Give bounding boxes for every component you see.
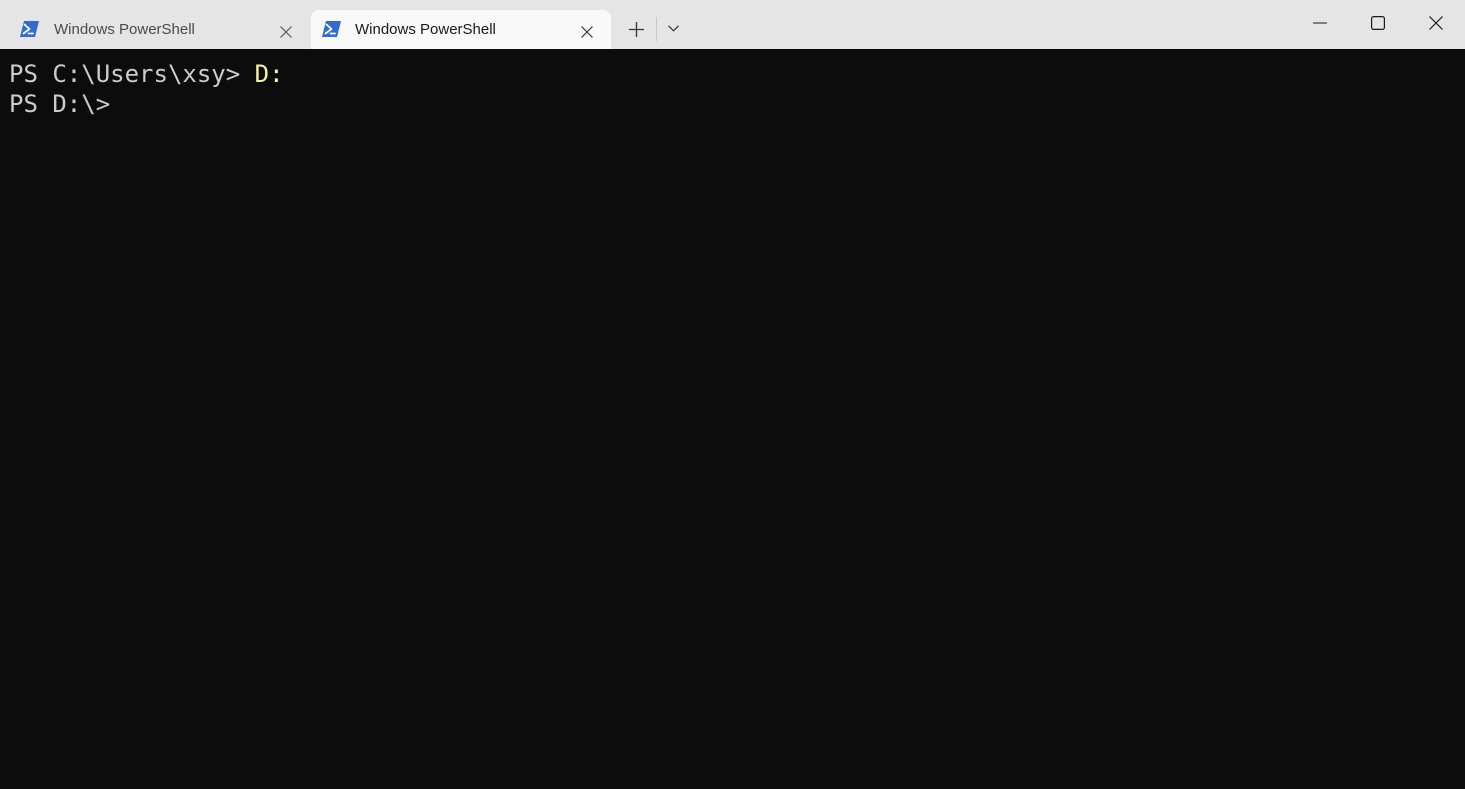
close-icon[interactable] [280, 23, 292, 38]
tab-title: Windows PowerShell [355, 21, 496, 38]
terminal-output[interactable]: PS C:\Users\xsy> D: PS D:\> [0, 49, 1465, 789]
minimize-button[interactable] [1291, 0, 1349, 46]
terminal-line: PS C:\Users\xsy> D: [9, 59, 284, 89]
terminal-line: PS D:\> [9, 89, 110, 119]
terminal-window: Windows PowerShell Windows PowerShell PS… [0, 0, 1465, 789]
plus-icon [629, 22, 644, 37]
tab-bar: Windows PowerShell Windows PowerShell [0, 0, 1465, 49]
powershell-icon [322, 21, 341, 37]
maximize-icon [1371, 16, 1385, 30]
prompt-text: PS C:\Users\xsy> [9, 60, 255, 88]
close-icon[interactable] [581, 23, 593, 38]
window-close-button[interactable] [1407, 0, 1465, 46]
chevron-down-icon [668, 25, 679, 32]
close-icon [1429, 16, 1443, 30]
tab-title: Windows PowerShell [54, 21, 195, 38]
powershell-icon [20, 21, 39, 37]
tab-powershell-1[interactable]: Windows PowerShell [10, 10, 310, 49]
minimize-icon [1313, 22, 1327, 24]
new-tab-button[interactable] [619, 14, 653, 44]
command-text: D: [254, 60, 284, 88]
profile-dropdown-button[interactable] [660, 14, 686, 44]
prompt-text: PS D:\> [9, 90, 111, 118]
tab-separator [656, 17, 657, 41]
maximize-button[interactable] [1349, 0, 1407, 46]
tab-powershell-2[interactable]: Windows PowerShell [311, 10, 611, 49]
